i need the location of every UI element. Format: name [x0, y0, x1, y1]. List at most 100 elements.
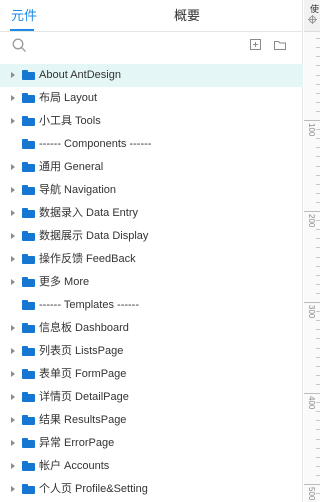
ruler-track: 100 200 300 400 500	[304, 32, 320, 502]
expand-caret-icon[interactable]	[11, 187, 15, 193]
add-folder-icon[interactable]	[273, 38, 287, 52]
active-tab-indicator	[10, 29, 34, 31]
tree-item-label: 数据展示 Data Display	[39, 230, 149, 242]
expand-caret-icon[interactable]	[11, 256, 15, 262]
ruler-tick-label: 400	[307, 396, 316, 410]
expand-caret-icon[interactable]	[11, 348, 15, 354]
ruler-minor-tick	[316, 420, 320, 422]
folder-icon	[22, 116, 35, 126]
tree-item[interactable]: ------ Templates ------	[0, 294, 303, 317]
panel-toolbar	[0, 32, 302, 60]
tree-item[interactable]: 表单页 FormPage	[0, 363, 303, 386]
folder-icon	[22, 461, 35, 471]
folder-icon	[22, 231, 35, 241]
ruler-minor-tick	[316, 47, 320, 49]
ruler-minor-tick	[316, 156, 320, 158]
tree-item-label: 结果 ResultsPage	[39, 414, 127, 426]
ruler-minor-tick	[316, 402, 320, 404]
ruler-minor-tick	[316, 447, 320, 449]
ruler-minor-tick	[316, 338, 320, 340]
folder-icon	[22, 254, 35, 264]
expand-caret-icon[interactable]	[11, 95, 15, 101]
ruler-minor-tick	[316, 92, 320, 94]
search-icon[interactable]	[12, 38, 27, 53]
tree-item[interactable]: 列表页 ListsPage	[0, 340, 303, 363]
tree-item-label: 信息板 Dashboard	[39, 322, 129, 334]
tree-item[interactable]: 通用 General	[0, 156, 303, 179]
expand-caret-icon[interactable]	[11, 72, 15, 78]
ruler-minor-tick	[316, 292, 320, 294]
tree-item[interactable]: 异常 ErrorPage	[0, 432, 303, 455]
tree-item-label: 数据录入 Data Entry	[39, 207, 139, 219]
expand-caret-icon[interactable]	[11, 371, 15, 377]
expand-caret-icon[interactable]	[11, 394, 15, 400]
folder-icon	[22, 369, 35, 379]
tree-item[interactable]: 信息板 Dashboard	[0, 317, 303, 340]
ruler-minor-tick	[316, 138, 320, 140]
tree-item-label: About AntDesign	[39, 69, 121, 81]
expand-caret-icon[interactable]	[11, 118, 15, 124]
ruler-minor-tick	[316, 38, 320, 40]
tree-item[interactable]: 结果 ResultsPage	[0, 409, 303, 432]
ruler-minor-tick	[316, 110, 320, 112]
expand-caret-icon[interactable]	[11, 164, 15, 170]
tree-item[interactable]: 数据录入 Data Entry	[0, 202, 303, 225]
folder-icon	[22, 277, 35, 287]
folder-icon	[22, 70, 35, 80]
ruler-minor-tick	[316, 456, 320, 458]
tab-components[interactable]: 元件	[0, 0, 46, 31]
crosshair-icon[interactable]	[308, 15, 317, 24]
tree-item[interactable]: 操作反馈 FeedBack	[0, 248, 303, 271]
tree-item[interactable]: 更多 More	[0, 271, 303, 294]
tree-item[interactable]: About AntDesign	[0, 64, 303, 87]
tree-item[interactable]: ------ Components ------	[0, 133, 303, 156]
ruler-minor-tick	[316, 411, 320, 413]
tab-outline[interactable]: 概要	[46, 0, 200, 31]
ruler-header: 使	[304, 0, 320, 32]
expand-caret-icon[interactable]	[11, 440, 15, 446]
ruler-tick-label: 500	[307, 487, 316, 501]
component-tree: About AntDesign 布局 Layout 小工具 Tools ------ …	[0, 64, 303, 501]
expand-caret-icon[interactable]	[11, 417, 15, 423]
tree-item[interactable]: 数据展示 Data Display	[0, 225, 303, 248]
tree-item[interactable]: 详情页 DetailPage	[0, 386, 303, 409]
expand-caret-icon[interactable]	[11, 233, 15, 239]
tree-item[interactable]: 小工具 Tools	[0, 110, 303, 133]
tree-item-label: 详情页 DetailPage	[39, 391, 129, 403]
ruler-minor-tick	[316, 183, 320, 185]
ruler-minor-tick	[316, 347, 320, 349]
folder-icon	[22, 185, 35, 195]
ruler-minor-tick	[316, 229, 320, 231]
ruler-minor-tick	[316, 465, 320, 467]
folder-icon	[22, 323, 35, 333]
ruler-minor-tick	[316, 438, 320, 440]
folder-icon	[22, 93, 35, 103]
folder-icon	[22, 438, 35, 448]
ruler-major-tick	[304, 302, 320, 303]
expand-caret-icon[interactable]	[11, 210, 15, 216]
add-page-icon[interactable]	[249, 38, 263, 52]
tree-item-label: ------ Templates ------	[39, 299, 140, 311]
expand-caret-icon[interactable]	[11, 325, 15, 331]
tree-item-label: 通用 General	[39, 161, 104, 173]
ruler-minor-tick	[316, 311, 320, 313]
ruler-minor-tick	[316, 429, 320, 431]
folder-icon	[22, 415, 35, 425]
expand-caret-icon[interactable]	[11, 486, 15, 492]
tree-item[interactable]: 帐户 Accounts	[0, 455, 303, 478]
vertical-ruler: 使 100 200 300 400 500	[304, 0, 320, 502]
ruler-minor-tick	[316, 247, 320, 249]
ruler-minor-tick	[316, 147, 320, 149]
tree-item[interactable]: 导航 Navigation	[0, 179, 303, 202]
tree-item[interactable]: 布局 Layout	[0, 87, 303, 110]
tree-item-label: 异常 ErrorPage	[39, 437, 115, 449]
components-panel: 元件 概要 About AntDesign 布局 Layout 小工具 Tools -…	[0, 0, 303, 502]
ruler-minor-tick	[316, 256, 320, 258]
expand-caret-icon[interactable]	[11, 279, 15, 285]
expand-caret-icon[interactable]	[11, 463, 15, 469]
tree-item-label: 帐户 Accounts	[39, 460, 110, 472]
tree-item-label: 操作反馈 FeedBack	[39, 253, 136, 265]
ruler-minor-tick	[316, 383, 320, 385]
ruler-minor-tick	[316, 265, 320, 267]
tree-item[interactable]: 个人页 Profile&Setting	[0, 478, 303, 501]
